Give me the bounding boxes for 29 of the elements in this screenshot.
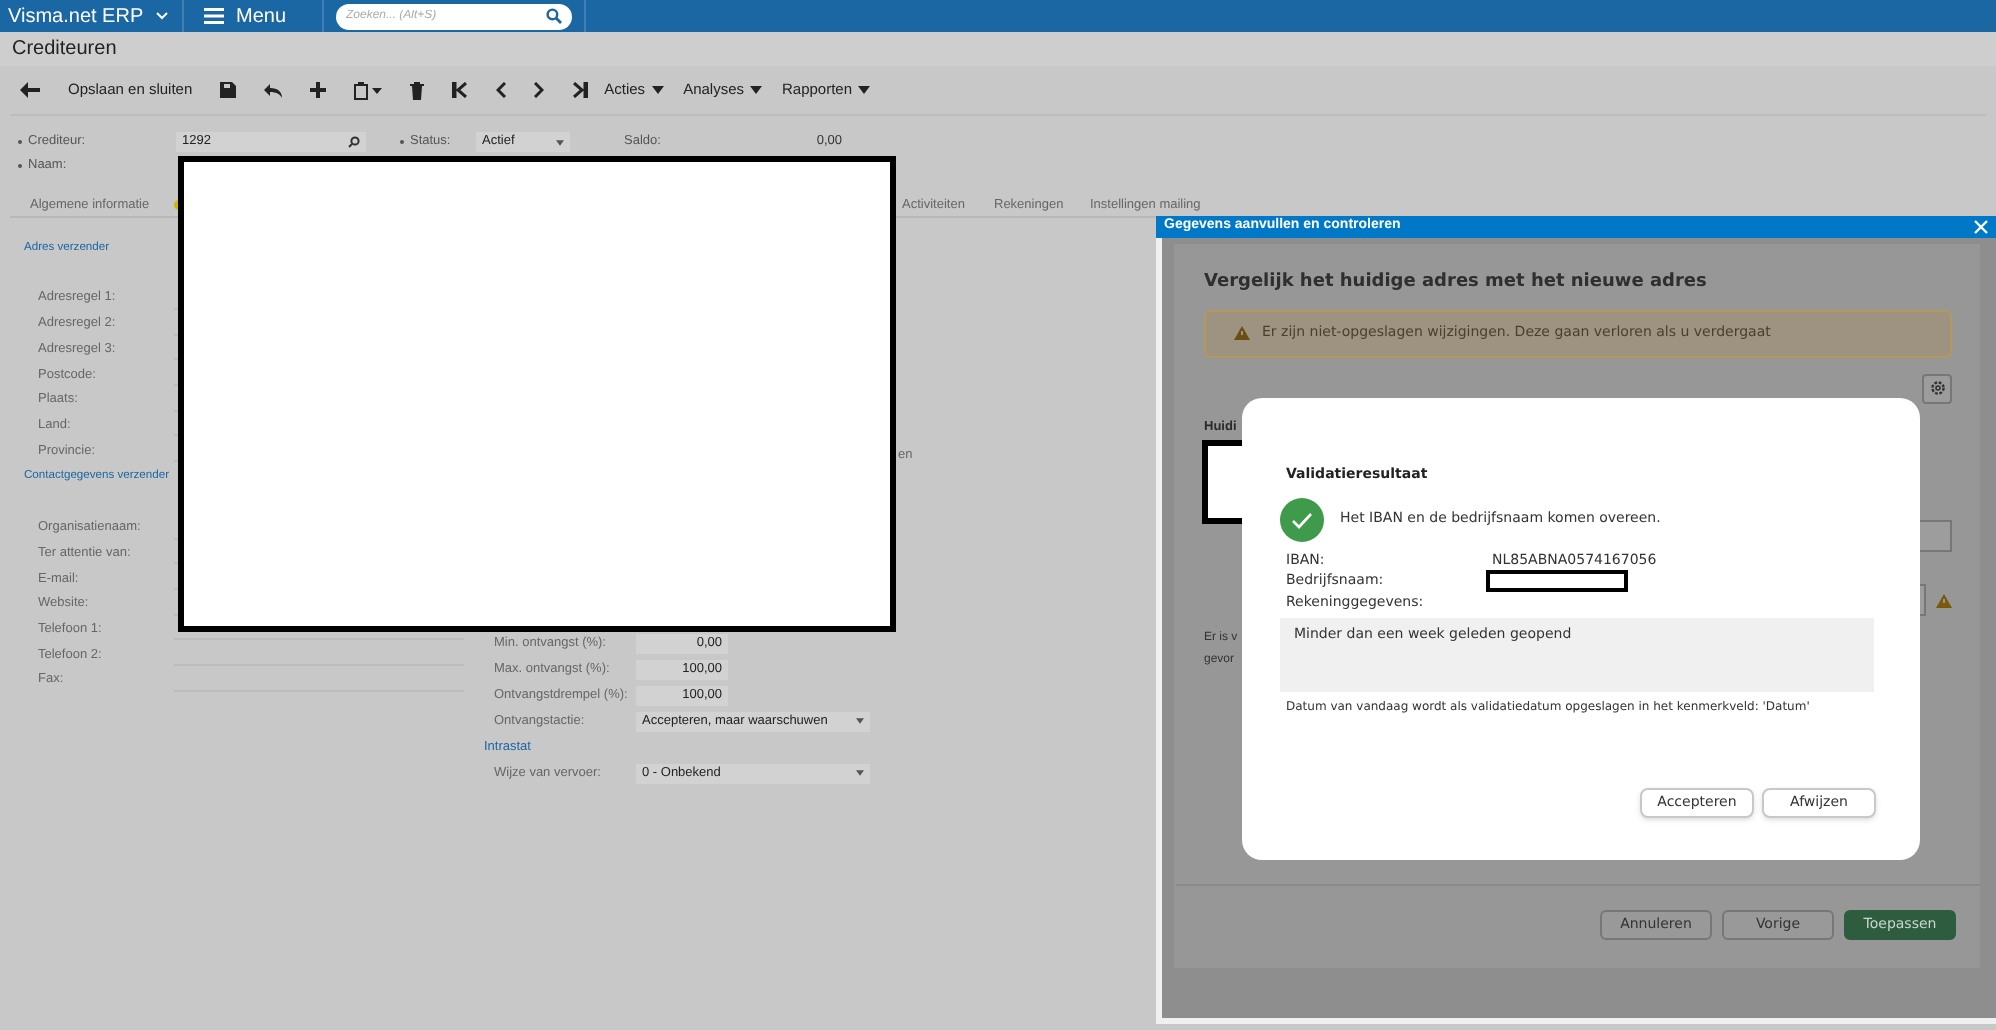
next-icon[interactable] xyxy=(534,82,545,98)
trash-icon[interactable] xyxy=(410,81,425,99)
close-icon[interactable] xyxy=(1974,220,1988,234)
chevron-icon xyxy=(155,12,168,20)
page-title: Crediteuren xyxy=(12,36,117,64)
caret-icon xyxy=(858,86,871,94)
redaction-overlay xyxy=(1486,569,1628,591)
clipboard-dropdown-icon[interactable] xyxy=(354,81,383,99)
check-circle-icon xyxy=(1280,497,1324,541)
last-record-icon[interactable] xyxy=(572,82,589,98)
first-record-icon[interactable] xyxy=(452,82,469,98)
settings-button[interactable] xyxy=(1922,373,1952,403)
previous-icon[interactable] xyxy=(496,82,507,98)
back-arrow-icon[interactable] xyxy=(20,82,40,98)
caret-icon xyxy=(856,718,864,724)
menu-icon xyxy=(204,8,224,24)
dialog-heading: Vergelijk het huidige adres met het nieuwe adres xyxy=(1204,270,1709,296)
settings-icon xyxy=(1929,380,1945,396)
caret-icon xyxy=(651,86,664,94)
caret-icon xyxy=(750,86,762,94)
warning-icon xyxy=(1234,326,1250,340)
search-icon xyxy=(348,136,360,148)
caret-icon xyxy=(856,770,864,776)
undo-icon[interactable] xyxy=(264,83,283,97)
caret-icon xyxy=(556,139,564,145)
warning-icon xyxy=(1936,593,1952,608)
search-icon xyxy=(546,8,562,24)
plus-icon[interactable] xyxy=(310,82,327,98)
save-icon[interactable] xyxy=(220,82,237,98)
